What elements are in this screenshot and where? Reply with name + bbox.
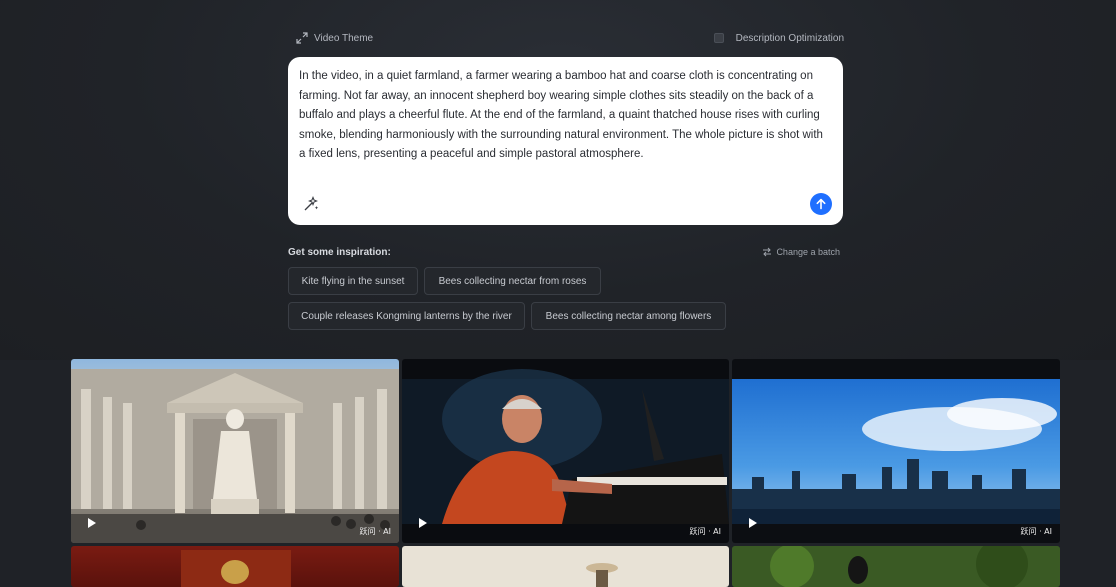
change-batch-label: Change a batch bbox=[776, 247, 840, 257]
inspiration-title: Get some inspiration: bbox=[288, 246, 391, 258]
video-theme-label: Video Theme bbox=[314, 32, 374, 44]
watermark-text: 跃问 · AI bbox=[689, 527, 721, 536]
prompt-textarea[interactable]: In the video, in a quiet farmland, a far… bbox=[299, 67, 832, 165]
video-theme-toggle[interactable]: Video Theme bbox=[296, 32, 373, 44]
play-icon[interactable] bbox=[418, 517, 428, 529]
video-tile-city[interactable]: 跃问 · AI bbox=[732, 359, 1060, 543]
city-thumbnail bbox=[732, 379, 1060, 524]
video-tile-pianist[interactable]: 跃问 · AI bbox=[402, 359, 729, 543]
inspiration-chip[interactable]: Couple releases Kongming lanterns by the… bbox=[288, 302, 525, 330]
prompt-input-card[interactable]: In the video, in a quiet farmland, a far… bbox=[288, 57, 843, 225]
watermark: 跃问 · AI bbox=[1021, 526, 1052, 537]
farmer-thumbnail bbox=[586, 563, 618, 587]
inspiration-header: Get some inspiration: Change a batch bbox=[288, 244, 840, 260]
send-button[interactable] bbox=[810, 193, 832, 215]
watermark-text: 跃问 · AI bbox=[1020, 527, 1052, 536]
watermark: 跃问 · AI bbox=[690, 526, 721, 537]
magic-enhance-button[interactable] bbox=[303, 196, 319, 212]
swap-icon bbox=[763, 247, 772, 257]
prompt-header: Video Theme Description Optimization bbox=[296, 30, 844, 46]
pianist-thumbnail bbox=[402, 369, 729, 524]
arrow-up-icon bbox=[816, 198, 826, 210]
video-tile-statue[interactable]: 跃问 · AI bbox=[71, 359, 399, 543]
change-batch-button[interactable]: Change a batch bbox=[762, 247, 840, 257]
inspiration-chip[interactable]: Bees collecting nectar among flowers bbox=[531, 302, 726, 330]
video-tile-garden[interactable] bbox=[732, 546, 1060, 587]
expand-icon bbox=[296, 32, 308, 44]
sparkle-wand-icon bbox=[304, 196, 319, 211]
red-hall-thumbnail bbox=[181, 550, 291, 587]
description-optimization-label: Description Optimization bbox=[735, 32, 844, 44]
play-icon[interactable] bbox=[748, 517, 758, 529]
watermark-text: 跃问 · AI bbox=[359, 527, 391, 536]
statue-thumbnail bbox=[71, 369, 399, 543]
video-gallery: 跃问 · AI 跃问 · AI 跃问 · AI bbox=[71, 359, 1060, 587]
video-tile-red-hall[interactable] bbox=[71, 546, 399, 587]
inspiration-chip[interactable]: Kite flying in the sunset bbox=[288, 267, 418, 295]
garden-thumbnail bbox=[732, 546, 1060, 587]
play-icon[interactable] bbox=[87, 517, 97, 529]
watermark: 跃问 · AI bbox=[360, 526, 391, 537]
inspiration-chip[interactable]: Bees collecting nectar from roses bbox=[424, 267, 601, 295]
description-optimization-checkbox[interactable] bbox=[713, 33, 724, 43]
description-optimization-toggle[interactable]: Description Optimization bbox=[713, 32, 844, 44]
video-tile-farmer[interactable] bbox=[402, 546, 729, 587]
